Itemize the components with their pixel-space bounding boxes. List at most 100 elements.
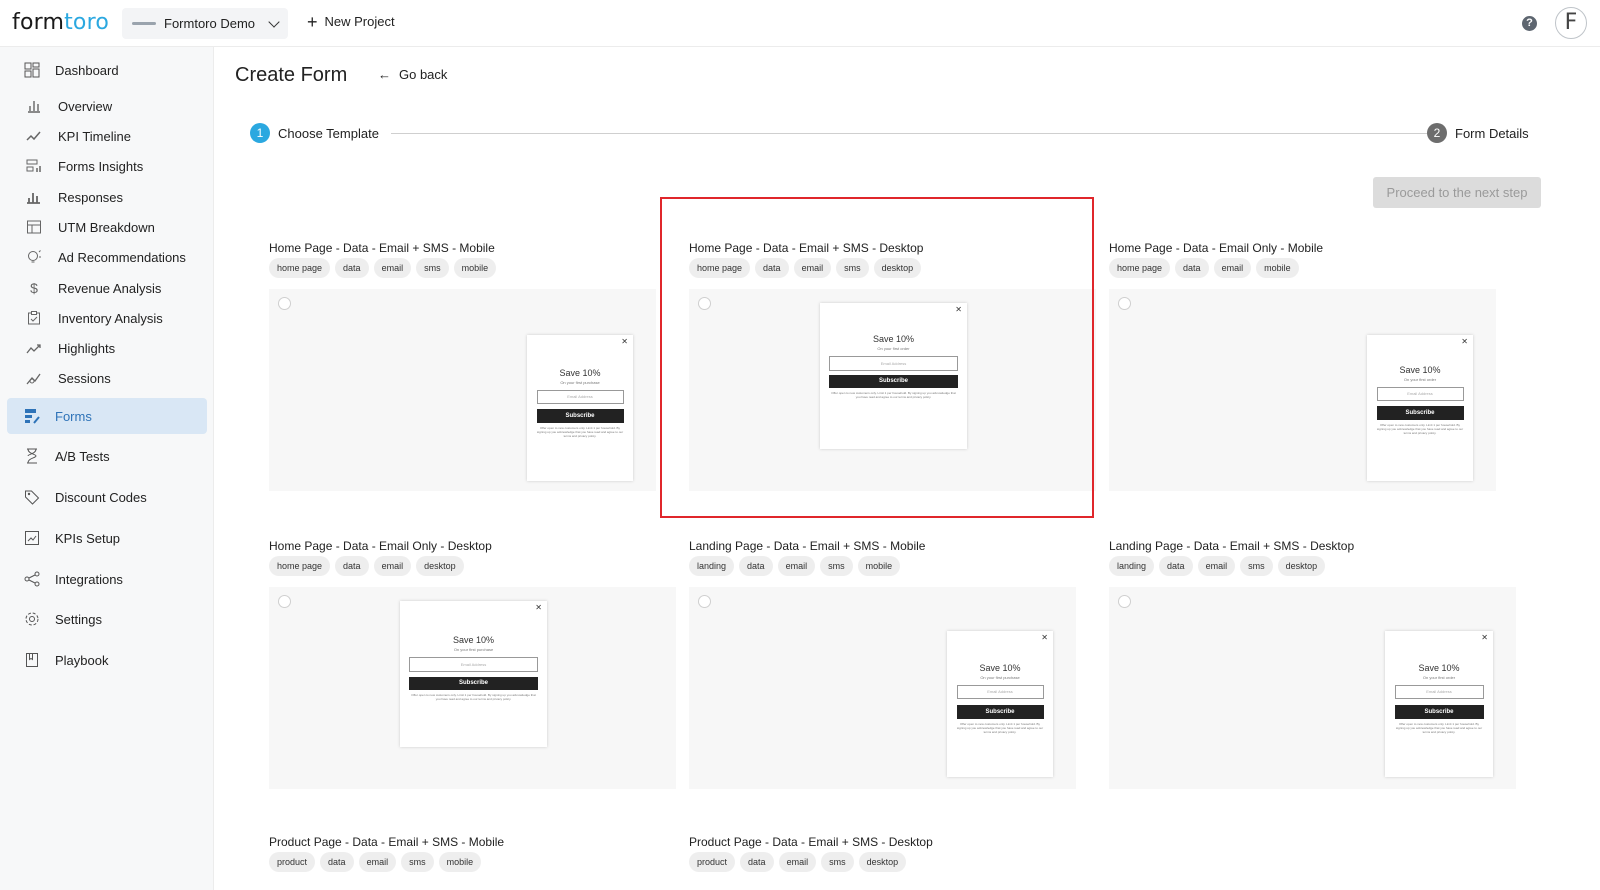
forms-icon xyxy=(23,407,41,425)
sidebar-item-sessions[interactable]: Sessions xyxy=(7,360,207,396)
new-project-button[interactable]: + New Project xyxy=(307,13,395,31)
formtoro-logo[interactable]: formtoro xyxy=(12,10,109,35)
popup-subscribe-button: Subscribe xyxy=(1394,705,1484,719)
tag: data xyxy=(739,556,773,576)
close-icon: ✕ xyxy=(535,603,542,612)
tag: landing xyxy=(1109,556,1155,576)
popup-fine-print: Offer open to new customers only. Limit … xyxy=(536,426,624,438)
sidebar-item-playbook[interactable]: Playbook xyxy=(7,642,207,678)
tag: data xyxy=(740,852,774,872)
popup-subscribe-button: Subscribe xyxy=(1376,406,1464,420)
template-card[interactable]: Home Page - Data - Email Only - Desktop … xyxy=(269,539,676,789)
avatar[interactable]: F xyxy=(1555,7,1587,39)
sidebar-item-label: Dashboard xyxy=(55,62,119,78)
popup-subtitle: On your first purchase xyxy=(560,380,600,385)
sidebar-item-label: Forms xyxy=(55,408,92,424)
template-preview[interactable]: ✕ Save 10% On your first order Email Add… xyxy=(1109,289,1496,491)
tag: product xyxy=(269,852,316,872)
tag: product xyxy=(689,852,736,872)
trend-line-icon xyxy=(25,127,43,145)
gear-icon xyxy=(23,610,41,628)
tag: desktop xyxy=(1277,556,1326,576)
step-label: Choose Template xyxy=(278,125,379,141)
popup-subtitle: On your first order xyxy=(1403,377,1437,382)
template-card[interactable]: Landing Page - Data - Email + SMS - Desk… xyxy=(1109,539,1516,789)
sidebar-item-label: Responses xyxy=(58,189,124,205)
template-preview[interactable]: ✕ Save 10% On your first purchase Email … xyxy=(269,587,676,789)
step-form-details[interactable]: 2 Form Details xyxy=(1427,123,1529,143)
template-radio[interactable] xyxy=(278,297,291,310)
tag: email xyxy=(778,852,817,872)
sidebar-item-label: Forms Insights xyxy=(58,158,144,174)
dollar-icon: $ xyxy=(30,280,38,296)
sidebar-item-ab-tests[interactable]: A/B Tests xyxy=(7,438,207,474)
template-radio[interactable] xyxy=(1118,297,1131,310)
go-back-link[interactable]: ← Go back xyxy=(378,67,447,82)
sidebar-item-settings[interactable]: Settings xyxy=(7,601,207,637)
tag: data xyxy=(1159,556,1193,576)
popup-fine-print: Offer open to new customers only. Limit … xyxy=(1376,423,1464,435)
template-card[interactable]: Product Page - Data - Email + SMS - Mobi… xyxy=(269,835,504,872)
tag: sms xyxy=(416,258,449,278)
popup-subscribe-button: Subscribe xyxy=(409,677,538,690)
template-preview[interactable]: ✕ Save 10% On your first order Email Add… xyxy=(1109,587,1516,789)
close-icon: ✕ xyxy=(1041,633,1048,642)
template-card[interactable]: Product Page - Data - Email + SMS - Desk… xyxy=(689,835,933,872)
popup-fine-print: Offer open to new customers only. Limit … xyxy=(1395,722,1483,734)
stepper: 1 Choose Template 2 Form Details xyxy=(250,123,1555,143)
project-logo-icon xyxy=(132,22,156,25)
sidebar-item-label: Highlights xyxy=(58,340,116,356)
sidebar-item-integrations[interactable]: Integrations xyxy=(7,561,207,597)
popup-subtitle: On your first purchase xyxy=(453,647,494,652)
chevron-down-icon xyxy=(268,15,280,28)
step-choose-template[interactable]: 1 Choose Template xyxy=(250,123,379,143)
sidebar-item-forms[interactable]: Forms xyxy=(7,398,207,434)
template-preview[interactable]: ✕ Save 10% On your first purchase Email … xyxy=(269,289,656,491)
selection-highlight xyxy=(660,197,1094,518)
proceed-button[interactable]: Proceed to the next step xyxy=(1373,177,1541,208)
template-tags: home page data email desktop xyxy=(269,556,464,576)
popup-title: Save 10% xyxy=(1418,663,1460,673)
template-card[interactable]: Landing Page - Data - Email + SMS - Mobi… xyxy=(689,539,1076,789)
tag: desktop xyxy=(416,556,464,576)
popup-preview: ✕ Save 10% On your first order Email Add… xyxy=(1367,335,1473,481)
stepper-line xyxy=(391,133,1435,134)
forms-insights-icon xyxy=(25,157,43,175)
template-radio[interactable] xyxy=(1118,595,1131,608)
popup-title: Save 10% xyxy=(979,663,1021,673)
sidebar-item-dashboard[interactable]: Dashboard xyxy=(7,52,207,88)
popup-fine-print: Offer open to new customers only. Limit … xyxy=(411,693,536,701)
sidebar-item-discount-codes[interactable]: Discount Codes xyxy=(7,479,207,515)
popup-email-input: Email Address xyxy=(536,390,624,404)
tag: data xyxy=(335,258,369,278)
tag: email xyxy=(373,258,412,278)
template-radio[interactable] xyxy=(698,595,711,608)
template-radio[interactable] xyxy=(278,595,291,608)
template-title: Product Page - Data - Email + SMS - Desk… xyxy=(689,835,933,849)
hourglass-icon xyxy=(23,447,41,465)
popup-subtitle: On your first order xyxy=(1422,675,1456,680)
project-selector[interactable]: Formtoro Demo xyxy=(122,8,288,39)
template-card[interactable]: Home Page - Data - Email + SMS - Mobile … xyxy=(269,241,656,491)
tag: sms xyxy=(1240,556,1273,576)
sidebar-item-label: Settings xyxy=(55,611,102,627)
help-icon[interactable]: ? xyxy=(1522,16,1537,31)
tag: home page xyxy=(269,556,331,576)
tag: email xyxy=(777,556,816,576)
sidebar-item-label: A/B Tests xyxy=(55,448,110,464)
tag: email xyxy=(358,852,397,872)
sidebar-item-label: UTM Breakdown xyxy=(58,219,155,235)
sidebar-item-label: KPIs Setup xyxy=(55,530,121,546)
template-card[interactable]: Home Page - Data - Email Only - Mobile h… xyxy=(1109,241,1496,491)
sidebar-item-kpis-setup[interactable]: KPIs Setup xyxy=(7,520,207,556)
lightbulb-icon xyxy=(25,248,43,266)
popup-email-input: Email Address xyxy=(409,657,538,672)
tag: landing xyxy=(689,556,735,576)
share-icon xyxy=(23,570,41,588)
sidebar-item-label: Playbook xyxy=(55,652,109,668)
template-preview[interactable]: ✕ Save 10% On your first purchase Email … xyxy=(689,587,1076,789)
tag: data xyxy=(335,556,369,576)
template-tags: product data email sms mobile xyxy=(269,852,482,872)
tag: email xyxy=(373,556,412,576)
tag: email xyxy=(1197,556,1236,576)
